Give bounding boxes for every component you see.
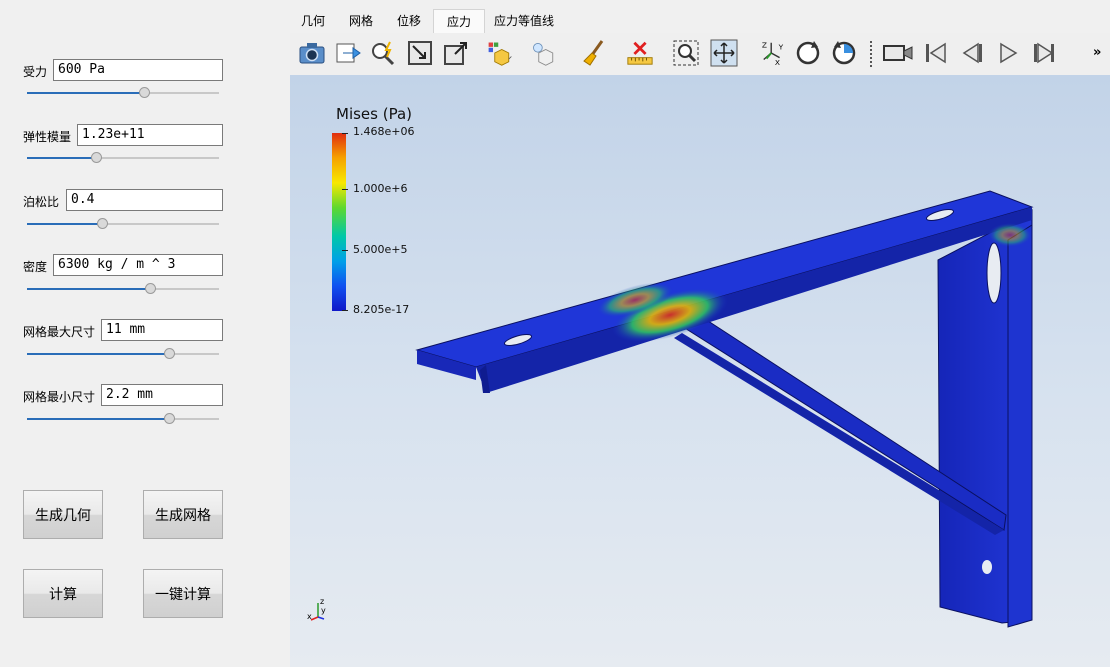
elastic-modulus-label: 弹性模量 <box>23 130 72 144</box>
svg-text:X: X <box>775 58 780 67</box>
density-label: 密度 <box>23 260 48 274</box>
tab-stress-contour[interactable]: 应力等值线 <box>481 9 567 33</box>
max-mesh-size-label: 网格最大尺寸 <box>23 325 96 339</box>
poisson-ratio-label: 泊松比 <box>23 195 60 209</box>
first-frame-icon[interactable] <box>922 39 950 67</box>
reset-camera-icon[interactable] <box>406 39 434 67</box>
render-toolbar: YXZ » <box>290 33 1110 76</box>
tab-mesh[interactable]: 网格 <box>336 9 386 33</box>
force-slider-thumb[interactable] <box>139 87 151 98</box>
poisson-ratio-slider-thumb[interactable] <box>96 218 108 229</box>
force-label: 受力 <box>23 65 48 79</box>
tab-geometry[interactable]: 几何 <box>288 9 338 33</box>
max-mesh-size-slider[interactable] <box>27 348 219 360</box>
bracket-model <box>415 190 1034 628</box>
min-mesh-size-slider[interactable] <box>27 413 219 425</box>
axis-x-label: x <box>307 612 312 621</box>
compute-button[interactable]: 计算 <box>23 569 103 618</box>
paint-icon[interactable] <box>580 39 608 67</box>
generate-mesh-button[interactable]: 生成网格 <box>143 490 223 539</box>
density-input[interactable]: 6300 kg / m ^ 3 <box>53 254 223 276</box>
min-mesh-size-slider-thumb[interactable] <box>164 413 176 424</box>
orientation-axes: z y x <box>307 597 328 621</box>
tab-stress[interactable]: 应力 <box>433 9 486 34</box>
camera-icon[interactable] <box>298 39 326 67</box>
max-mesh-size-input[interactable]: 11 mm <box>101 319 223 341</box>
zoom-to-box-icon[interactable] <box>442 39 470 67</box>
toolbar-separator <box>870 41 874 67</box>
poisson-ratio-input[interactable]: 0.4 <box>66 189 223 211</box>
ruler-icon[interactable] <box>626 39 654 67</box>
rotate-ccw-icon[interactable] <box>830 39 858 67</box>
toolbar-overflow-button[interactable]: » <box>1093 45 1101 60</box>
elastic-modulus-input[interactable]: 1.23e+11 <box>77 124 223 146</box>
rubber-band-zoom-icon[interactable] <box>672 39 700 67</box>
light-icon[interactable] <box>530 39 558 67</box>
center-icon[interactable] <box>710 39 738 67</box>
force-input[interactable]: 600 Pa <box>53 59 223 81</box>
prev-frame-icon[interactable] <box>958 39 986 67</box>
axis-z-label: z <box>320 597 325 606</box>
density-slider-thumb[interactable] <box>144 283 156 294</box>
min-mesh-size-label: 网格最小尺寸 <box>23 390 96 404</box>
play-icon[interactable] <box>994 39 1022 67</box>
density-slider[interactable] <box>27 283 219 295</box>
last-frame-icon[interactable] <box>1030 39 1058 67</box>
elastic-modulus-slider[interactable] <box>27 152 219 164</box>
video-camera-icon[interactable] <box>882 39 914 67</box>
elastic-modulus-slider-thumb[interactable] <box>91 152 103 163</box>
min-mesh-size-input[interactable]: 2.2 mm <box>101 384 223 406</box>
svg-text:Y: Y <box>778 42 784 51</box>
export-icon[interactable] <box>334 39 362 67</box>
svg-text:Z: Z <box>762 40 767 49</box>
generate-geometry-button[interactable]: 生成几何 <box>23 490 103 539</box>
rotate-cw-icon[interactable] <box>794 39 822 67</box>
tab-displacement[interactable]: 位移 <box>384 9 434 33</box>
axis-y-label: y <box>321 606 326 615</box>
poisson-ratio-slider[interactable] <box>27 218 219 230</box>
view-cube-icon[interactable] <box>486 39 514 67</box>
render-viewport[interactable]: Mises (Pa) 1.468e+06 1.000e+6 5.000e+5 8… <box>290 75 1110 667</box>
pick-icon[interactable] <box>370 39 398 67</box>
max-mesh-size-slider-thumb[interactable] <box>164 348 176 359</box>
one-click-compute-button[interactable]: 一键计算 <box>143 569 223 618</box>
axes-orient-icon[interactable]: YXZ <box>760 39 788 67</box>
force-slider[interactable] <box>27 87 219 99</box>
